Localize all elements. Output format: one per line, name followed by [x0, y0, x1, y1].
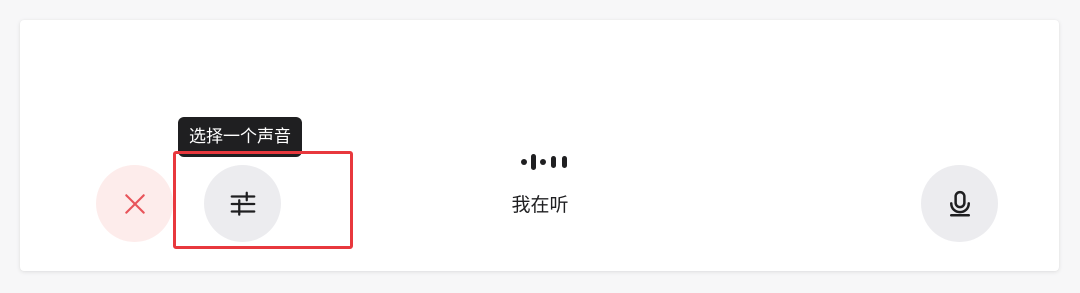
close-button[interactable]	[96, 165, 173, 242]
microphone-button[interactable]	[921, 165, 998, 242]
audio-wave-icon	[521, 154, 567, 170]
close-icon	[124, 193, 145, 214]
highlight-box	[173, 151, 353, 249]
microphone-icon	[949, 190, 970, 216]
listening-status: 我在听	[511, 194, 569, 216]
